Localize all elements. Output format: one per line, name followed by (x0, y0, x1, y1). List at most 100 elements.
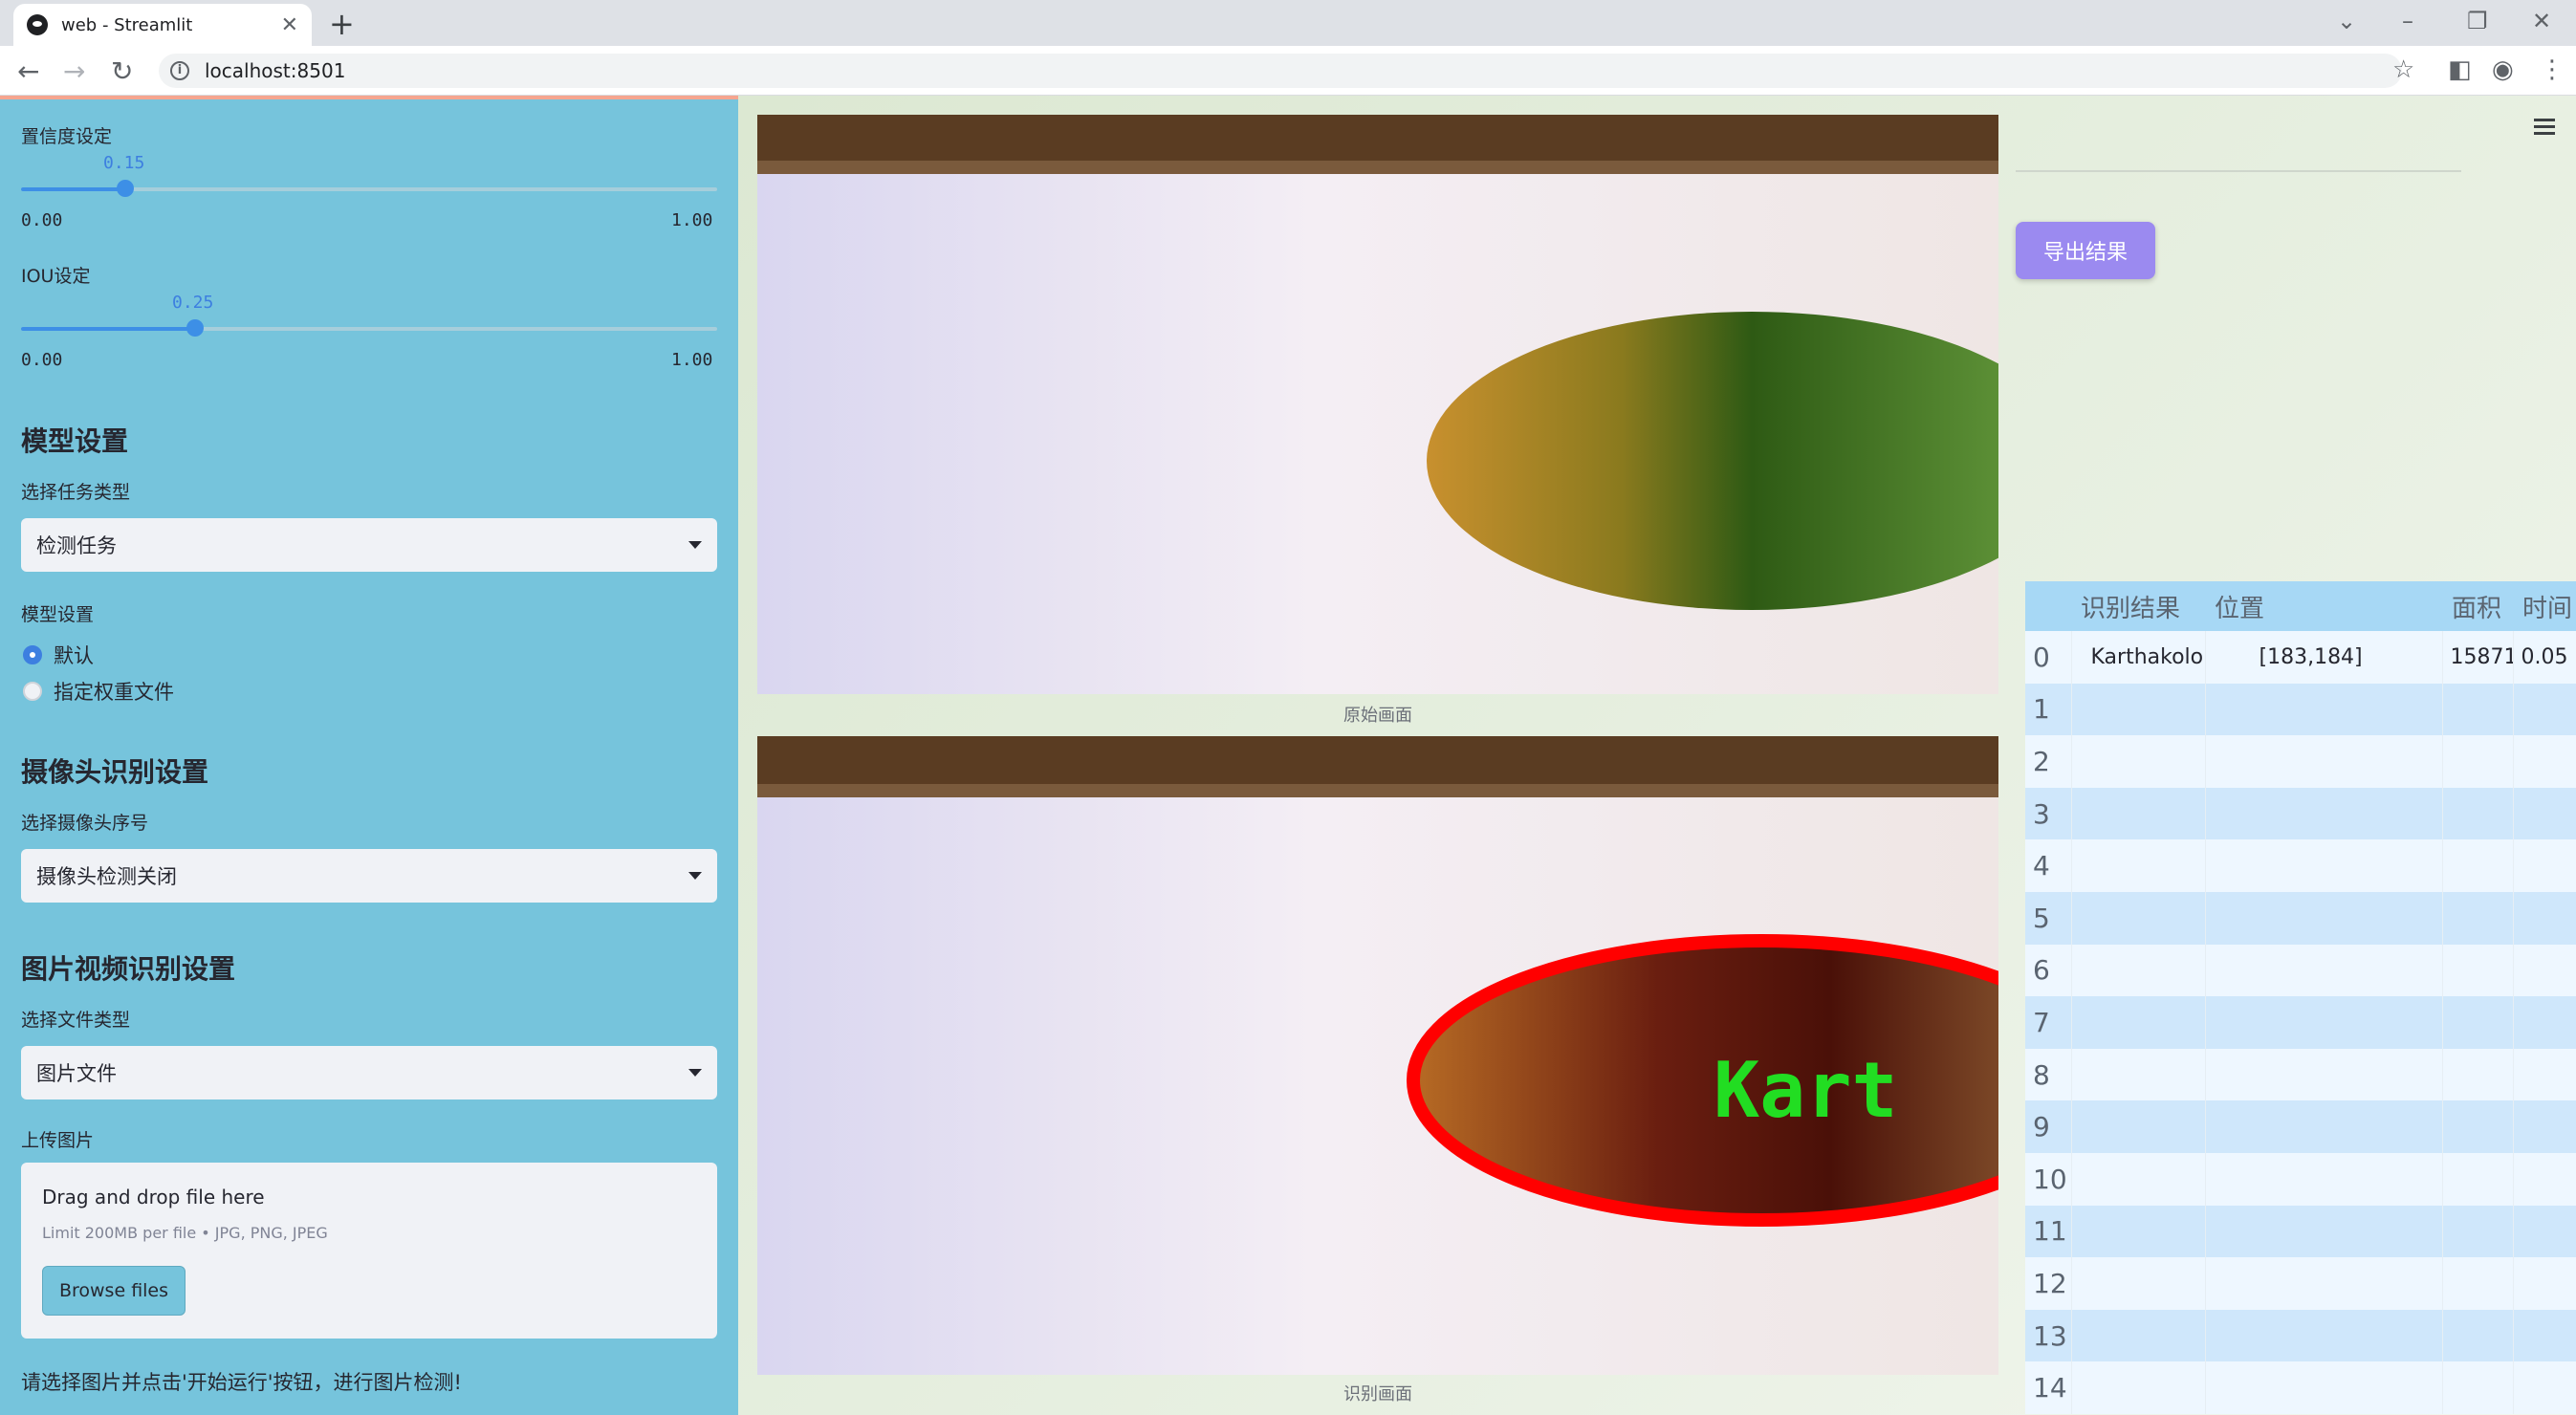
table-row[interactable]: 4 (2025, 839, 2576, 892)
table-row[interactable]: 9 (2025, 1100, 2576, 1153)
more-menu-icon[interactable]: ⋮ (2540, 55, 2565, 84)
row-index: 12 (2025, 1257, 2072, 1310)
iou-max: 1.00 (671, 350, 713, 370)
row-index: 4 (2025, 839, 2072, 892)
profile-avatar-icon[interactable]: ◉ (2492, 55, 2514, 84)
table-row[interactable]: 5 (2025, 891, 2576, 945)
upload-label: 上传图片 (21, 1130, 95, 1151)
cell-result[interactable]: Karthakolomban (2071, 631, 2206, 684)
detection-image: Kart (757, 736, 1998, 1375)
file-type-value: 图片文件 (36, 1062, 117, 1085)
table-row[interactable]: 7 (2025, 996, 2576, 1049)
table-header-area[interactable]: 面积 (2442, 581, 2513, 631)
info-icon[interactable]: i (170, 61, 189, 80)
iou-slider-fill (21, 327, 195, 331)
table-row[interactable]: 6 (2025, 944, 2576, 997)
close-icon[interactable]: ✕ (281, 13, 298, 37)
camera-index-label: 选择摄像头序号 (21, 813, 149, 834)
row-index: 2 (2025, 735, 2072, 788)
table-header-position[interactable]: 位置 (2205, 581, 2442, 631)
confidence-slider[interactable] (21, 180, 717, 197)
row-index: 5 (2025, 891, 2072, 945)
table-row[interactable]: 3 (2025, 787, 2576, 840)
row-index: 10 (2025, 1152, 2072, 1206)
address-bar[interactable]: i localhost:8501 (159, 54, 2402, 88)
table-row[interactable]: 10 (2025, 1152, 2576, 1206)
browse-files-button[interactable]: Browse files (42, 1266, 186, 1316)
radio-custom-label: 指定权重文件 (54, 681, 174, 704)
file-uploader-dropzone[interactable]: Drag and drop file here Limit 200MB per … (21, 1163, 717, 1339)
table-row[interactable]: 0 Karthakolomban [183,184] 15871 0.05 (2025, 631, 2576, 684)
media-section-header: 图片视频识别设置 (21, 953, 236, 985)
browser-tab[interactable]: web - Streamlit ✕ (13, 4, 312, 46)
iou-slider[interactable] (21, 319, 717, 337)
iou-label: IOU设定 (21, 266, 91, 287)
radio-selected-icon[interactable] (23, 645, 42, 664)
row-index: 13 (2025, 1309, 2072, 1362)
iou-value: 0.25 (172, 293, 214, 313)
minimize-icon[interactable]: – (2402, 8, 2413, 34)
radio-default-weights[interactable]: 默认 (23, 641, 94, 669)
reload-icon[interactable]: ↻ (111, 55, 133, 87)
results-table[interactable]: 识别结果 位置 面积 时间 0 Karthakolomban [183,184]… (2025, 581, 2576, 1414)
table-row[interactable]: 2 (2025, 735, 2576, 788)
radio-custom-weights[interactable]: 指定权重文件 (23, 677, 174, 706)
table-row[interactable]: 12 (2025, 1257, 2576, 1310)
row-index: 3 (2025, 787, 2072, 840)
chevron-down-icon (688, 872, 702, 880)
detection-image-caption: 识别画面 (1343, 1384, 1412, 1404)
table-header-result[interactable]: 识别结果 (2071, 581, 2205, 631)
chevron-down-icon (688, 1069, 702, 1077)
restore-icon[interactable]: ❐ (2467, 8, 2488, 34)
table-header-row: 识别结果 位置 面积 时间 (2025, 581, 2576, 631)
chevron-down-icon[interactable]: ⌄ (2337, 8, 2356, 34)
confidence-label: 置信度设定 (21, 126, 113, 147)
forward-icon[interactable]: → (63, 55, 85, 87)
new-tab-icon[interactable]: + (329, 6, 355, 42)
task-type-label: 选择任务类型 (21, 482, 131, 503)
cell-area[interactable]: 15871 (2442, 631, 2514, 684)
iou-slider-thumb[interactable] (186, 319, 204, 337)
table-row[interactable]: 14 (2025, 1361, 2576, 1414)
export-results-button[interactable]: 导出结果 (2016, 222, 2155, 279)
table-row[interactable]: 11 (2025, 1205, 2576, 1258)
original-image-graphic (757, 115, 1998, 694)
browser-toolbar: ← → ↻ i localhost:8501 ☆ ◧ ◉ ⋮ (0, 46, 2576, 96)
row-index: 14 (2025, 1361, 2072, 1414)
window-close-icon[interactable]: ✕ (2532, 8, 2551, 34)
table-row[interactable]: 1 (2025, 683, 2576, 736)
side-panel-icon[interactable]: ◧ (2448, 55, 2472, 84)
row-index: 8 (2025, 1048, 2072, 1101)
task-type-value: 检测任务 (36, 534, 117, 557)
drop-text: Drag and drop file here (42, 1186, 265, 1208)
upload-limit-text: Limit 200MB per file • JPG, PNG, JPEG (42, 1224, 328, 1242)
cell-position[interactable]: [183,184] (2205, 631, 2443, 684)
divider (2016, 170, 2461, 172)
file-type-select[interactable]: 图片文件 (21, 1046, 717, 1099)
confidence-value: 0.15 (103, 153, 145, 173)
confidence-slider-thumb[interactable] (117, 180, 135, 197)
radio-default-label: 默认 (54, 644, 94, 667)
back-icon[interactable]: ← (17, 55, 39, 87)
table-row[interactable]: 13 (2025, 1309, 2576, 1362)
radio-unselected-icon[interactable] (23, 682, 42, 701)
row-index: 0 (2025, 631, 2072, 684)
confidence-max: 1.00 (671, 210, 713, 230)
row-index: 11 (2025, 1205, 2072, 1258)
table-row[interactable]: 8 (2025, 1048, 2576, 1101)
weights-label: 模型设置 (21, 604, 95, 625)
detection-label-text: Kart (1714, 1046, 1898, 1135)
camera-select[interactable]: 摄像头检测关闭 (21, 849, 717, 903)
row-index: 7 (2025, 996, 2072, 1049)
confidence-slider-fill (21, 187, 126, 191)
tab-title: web - Streamlit (61, 14, 193, 35)
hamburger-menu-icon[interactable] (2534, 119, 2555, 136)
cell-time[interactable]: 0.05 (2513, 631, 2576, 684)
task-type-select[interactable]: 检测任务 (21, 518, 717, 572)
detection-image-graphic: Kart (757, 736, 1998, 1375)
table-header-index (2025, 581, 2071, 631)
table-header-time[interactable]: 时间 (2513, 581, 2576, 631)
instruction-text: 请选择图片并点击'开始运行'按钮，进行图片检测! (21, 1371, 462, 1394)
bookmark-star-icon[interactable]: ☆ (2392, 55, 2414, 84)
model-section-header: 模型设置 (21, 425, 129, 457)
